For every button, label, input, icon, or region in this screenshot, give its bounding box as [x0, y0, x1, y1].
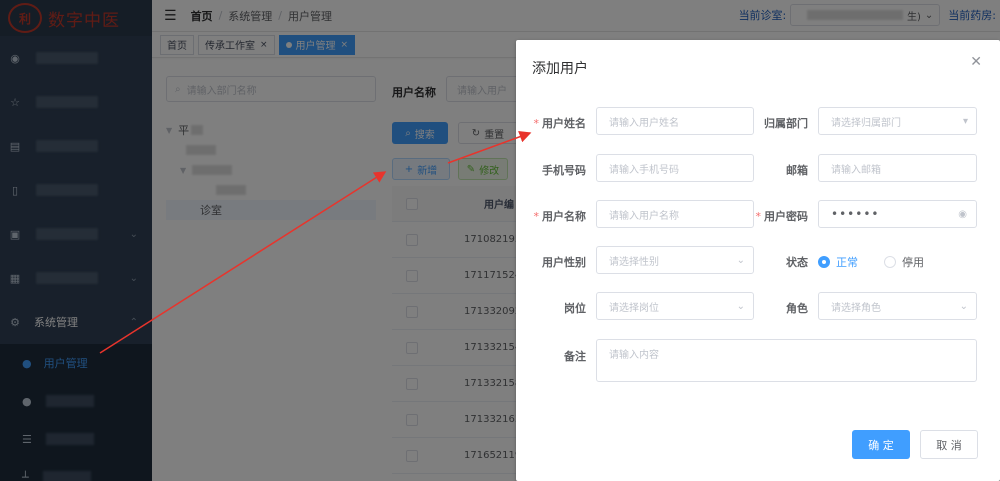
email-input[interactable]: 请输入邮箱	[818, 154, 977, 182]
role-placeholder: 请选择角色	[831, 302, 881, 314]
radio-label: 停用	[902, 256, 924, 269]
cancel-button[interactable]: 取 消	[920, 430, 978, 459]
username-input[interactable]: 请输入用户名称	[596, 200, 754, 228]
password-label-text: 用户密码	[764, 210, 808, 223]
dialog-title: 添加用户	[532, 61, 588, 77]
required-mark: *	[755, 210, 762, 223]
username-label: * 用户名称	[516, 208, 587, 224]
name-label-text: 用户姓名	[542, 117, 586, 130]
status-disabled-radio[interactable]: 停用	[884, 254, 924, 270]
phone-label: 手机号码	[542, 164, 586, 177]
username-placeholder: 请输入用户名称	[609, 210, 679, 222]
radio-circle	[884, 256, 896, 268]
password-input[interactable]: •••••• ◉	[818, 200, 977, 228]
confirm-button[interactable]: 确 定	[852, 430, 910, 459]
phone-placeholder: 请输入手机号码	[609, 164, 679, 176]
gender-label: 用户性别	[542, 256, 586, 269]
remark-label: 备注	[564, 350, 586, 363]
name-placeholder: 请输入用户姓名	[609, 117, 679, 129]
form-row-username: * 用户名称 请输入用户名称 * 用户密码 •••••• ◉	[516, 200, 1000, 230]
role-select[interactable]: 请选择角色 ⌄	[818, 292, 977, 320]
dept-label: 归属部门	[764, 117, 808, 130]
required-mark: *	[533, 210, 540, 223]
radio-circle	[818, 256, 830, 268]
required-mark: *	[533, 117, 540, 130]
dept-placeholder: 请选择归属部门	[831, 117, 901, 129]
password-value: ••••••	[831, 207, 880, 221]
status-normal-radio[interactable]: 正常	[818, 254, 858, 270]
status-label: 状态	[786, 256, 808, 269]
gender-select[interactable]: 请选择性别 ⌄	[596, 246, 754, 274]
post-label: 岗位	[564, 302, 586, 315]
chevron-down-icon: ⌄	[959, 300, 968, 312]
email-placeholder: 请输入邮箱	[831, 164, 881, 176]
add-user-dialog: 添加用户 ✕ * 用户姓名 请输入用户姓名 归属部门 请选择归属部门 ▾ 手机号码 …	[516, 40, 1000, 481]
name-input[interactable]: 请输入用户姓名	[596, 107, 754, 135]
post-select[interactable]: 请选择岗位 ⌄	[596, 292, 754, 320]
email-label: 邮箱	[786, 164, 808, 177]
form-row-post: 岗位 请选择岗位 ⌄ 角色 请选择角色 ⌄	[516, 292, 1000, 322]
remark-textarea[interactable]: 请输入内容	[596, 339, 977, 382]
post-placeholder: 请选择岗位	[609, 302, 659, 314]
eye-icon[interactable]: ◉	[958, 209, 968, 220]
form-row-name: * 用户姓名 请输入用户姓名 归属部门 请选择归属部门 ▾	[516, 107, 1000, 137]
form-row-phone: 手机号码 请输入手机号码 邮箱 请输入邮箱	[516, 154, 1000, 184]
caret-down-icon: ▾	[962, 115, 968, 127]
phone-input[interactable]: 请输入手机号码	[596, 154, 754, 182]
form-row-gender: 用户性别 请选择性别 ⌄ 状态 正常 停用	[516, 246, 1000, 276]
gender-placeholder: 请选择性别	[609, 256, 659, 268]
close-icon[interactable]: ✕	[970, 54, 982, 70]
password-label: * 用户密码	[738, 208, 809, 224]
remark-placeholder: 请输入内容	[609, 350, 659, 361]
role-label: 角色	[786, 302, 808, 315]
radio-label: 正常	[836, 256, 858, 269]
name-label: * 用户姓名	[516, 115, 587, 131]
username-label-text: 用户名称	[542, 210, 586, 223]
dept-select[interactable]: 请选择归属部门 ▾	[818, 107, 977, 135]
